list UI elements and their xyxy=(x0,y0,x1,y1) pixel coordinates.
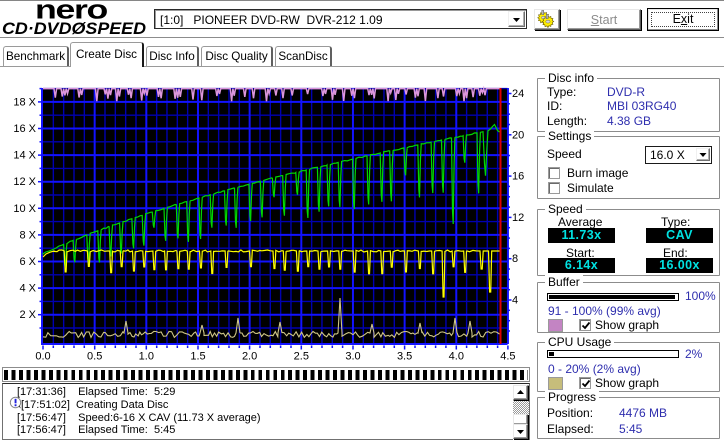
svg-text:3.0: 3.0 xyxy=(345,351,360,363)
svg-text:12 X: 12 X xyxy=(13,176,36,188)
svg-text:8 X: 8 X xyxy=(19,229,36,241)
svg-text:2.0: 2.0 xyxy=(242,351,257,363)
svg-text:16: 16 xyxy=(512,171,524,183)
svg-text:0.5: 0.5 xyxy=(87,351,102,363)
svg-text:4: 4 xyxy=(512,295,518,307)
svg-text:24: 24 xyxy=(512,88,524,100)
svg-text:20: 20 xyxy=(512,129,524,141)
svg-text:10 X: 10 X xyxy=(13,203,36,215)
svg-text:2.5: 2.5 xyxy=(294,351,309,363)
svg-text:8: 8 xyxy=(512,253,518,265)
svg-text:4.5: 4.5 xyxy=(500,351,515,363)
svg-text:14 X: 14 X xyxy=(13,150,36,162)
svg-text:2 X: 2 X xyxy=(19,309,36,321)
svg-text:4.0: 4.0 xyxy=(449,351,464,363)
svg-text:16 X: 16 X xyxy=(13,123,36,135)
svg-text:3.5: 3.5 xyxy=(397,351,412,363)
svg-text:1.5: 1.5 xyxy=(190,351,205,363)
svg-text:18 X: 18 X xyxy=(13,96,36,108)
svg-text:CD·DVDØSPEED: CD·DVDØSPEED xyxy=(2,20,146,38)
svg-text:12: 12 xyxy=(512,212,524,224)
svg-text:1.0: 1.0 xyxy=(139,351,154,363)
svg-text:0.0: 0.0 xyxy=(35,351,50,363)
svg-text:4 X: 4 X xyxy=(19,283,36,295)
svg-text:6 X: 6 X xyxy=(19,256,36,268)
